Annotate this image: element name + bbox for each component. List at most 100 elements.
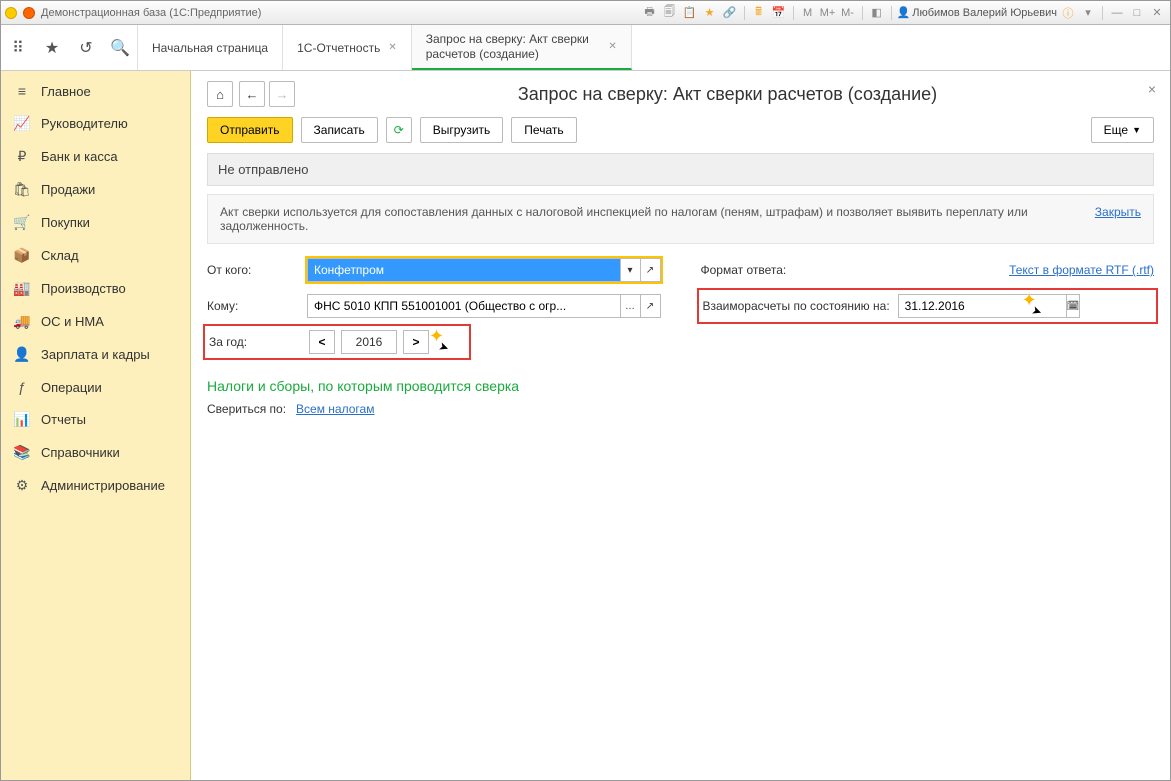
info-close-link[interactable]: Закрыть — [1095, 205, 1141, 219]
sidebar-item-label: Покупки — [41, 215, 90, 230]
bag-icon: 🛍 — [13, 181, 31, 198]
clipboard-icon[interactable]: 📋 — [681, 5, 699, 21]
home-button[interactable]: ⌂ — [207, 81, 233, 107]
sidebar-item-label: Склад — [41, 248, 79, 263]
m-minus[interactable]: M- — [839, 5, 857, 21]
star-icon[interactable]: ★ — [701, 5, 719, 21]
app-title: Демонстрационная база (1С:Предприятие) — [41, 7, 261, 19]
close-button[interactable]: ✕ — [1148, 5, 1166, 21]
dropdown-button[interactable]: ▾ — [621, 258, 641, 282]
content-area: ⌂ ← → Запрос на сверку: Акт сверки расче… — [191, 71, 1170, 780]
sidebar-item-admin[interactable]: ⚙Администрирование — [1, 469, 190, 502]
calendar-button[interactable]: 🗓 — [1067, 294, 1081, 318]
search-icon[interactable]: 🔍 — [111, 39, 129, 57]
sidebar-item-main[interactable]: ≡ Главное — [1, 75, 190, 107]
m-recall[interactable]: M — [799, 5, 817, 21]
sidebar-item-label: Главное — [41, 84, 91, 99]
sidebar-item-label: Зарплата и кадры — [41, 347, 150, 362]
format-link[interactable]: Текст в формате RTF (.rtf) — [1009, 263, 1154, 277]
cursor-highlight-icon — [1028, 296, 1048, 316]
app-icon-nav[interactable] — [23, 7, 35, 19]
sidebar-item-reports[interactable]: 📊 Отчеты — [1, 403, 190, 436]
page-close-button[interactable]: × — [1148, 81, 1156, 97]
year-label: За год: — [209, 335, 309, 349]
sidebar-item-assets[interactable]: 🚚 ОС и НМА — [1, 305, 190, 338]
sidebar-item-operations[interactable]: ƒОперации — [1, 371, 190, 403]
print-button[interactable]: Печать — [511, 117, 576, 143]
verify-link[interactable]: Всем налогам — [296, 402, 374, 416]
dropdown-icon[interactable]: ▾ — [1079, 5, 1097, 21]
section-title: Налоги и сборы, по которым проводится св… — [207, 378, 1154, 394]
books-icon: 📚 — [13, 444, 31, 461]
calendar-icon[interactable]: 📅 — [770, 5, 788, 21]
more-label: Еще — [1104, 123, 1128, 137]
favorite-icon[interactable]: ★ — [43, 39, 61, 57]
tab-close-icon[interactable]: ✕ — [388, 42, 396, 53]
cursor-highlight-icon — [435, 332, 455, 352]
tab-bar: Начальная страница 1С-Отчетность ✕ Запро… — [138, 25, 1170, 70]
refresh-button[interactable]: ⟳ — [386, 117, 412, 143]
year-next-button[interactable]: > — [403, 330, 429, 354]
m-plus[interactable]: M+ — [819, 5, 837, 21]
form-area: От кого: ▾ ↗ Кому: … ↗ — [191, 256, 1170, 364]
maximize-button[interactable]: □ — [1128, 5, 1146, 21]
from-label: От кого: — [207, 263, 307, 277]
back-button[interactable]: ← — [239, 81, 265, 107]
to-input[interactable] — [307, 294, 621, 318]
history-icon[interactable]: ↺ — [77, 39, 95, 57]
info-icon[interactable]: ⓘ — [1059, 5, 1077, 21]
sidebar-item-purchases[interactable]: 🛒Покупки — [1, 206, 190, 239]
sidebar-item-label: Банк и касса — [41, 149, 118, 164]
sidebar-item-directories[interactable]: 📚 Справочники — [1, 436, 190, 469]
sidebar-item-manager[interactable]: 📈Руководителю — [1, 107, 190, 140]
save-button[interactable]: Записать — [301, 117, 378, 143]
sidebar-item-production[interactable]: 🏭Производство — [1, 272, 190, 305]
app-window: Демонстрационная база (1С:Предприятие) 🖶… — [0, 0, 1171, 781]
sidebar-item-label: Продажи — [41, 182, 95, 197]
main-toolbar: ⠿ ★ ↺ 🔍 Начальная страница 1С-Отчетность… — [1, 25, 1170, 71]
asof-label: Взаиморасчеты по состоянию на: — [703, 299, 890, 313]
menu-icon: ≡ — [13, 83, 31, 99]
tab-reconciliation-request[interactable]: Запрос на сверку: Акт сверки расчетов (с… — [412, 25, 632, 70]
open-button[interactable]: ↗ — [641, 294, 661, 318]
tab-start-page[interactable]: Начальная страница — [138, 25, 283, 70]
gear-icon: ⚙ — [13, 477, 31, 494]
sidebar-item-label: Справочники — [41, 445, 120, 460]
bars-icon: 📊 — [13, 411, 31, 428]
to-input-group: … ↗ — [307, 294, 661, 318]
refresh-icon: ⟳ — [394, 123, 404, 137]
chart-icon: 📈 — [13, 115, 31, 132]
user-icon: 👤 — [897, 6, 911, 19]
format-label: Формат ответа: — [701, 263, 787, 277]
sidebar-item-payroll[interactable]: 👤Зарплата и кадры — [1, 338, 190, 371]
doc-icon[interactable]: 🗐 — [661, 5, 679, 21]
sidebar-item-warehouse[interactable]: 📦Склад — [1, 239, 190, 272]
from-input-group: ▾ ↗ — [307, 258, 661, 282]
sidebar: ≡ Главное 📈Руководителю ₽Банк и касса 🛍 Пр… — [1, 71, 191, 780]
sidebar-item-label: Отчеты — [41, 412, 86, 427]
forward-button[interactable]: → — [269, 81, 295, 107]
more-button[interactable]: Еще▼ — [1091, 117, 1154, 143]
tab-label: Запрос на сверку: Акт сверки расчетов (с… — [426, 32, 601, 61]
minimize-button[interactable]: — — [1108, 5, 1126, 21]
from-input[interactable] — [307, 258, 621, 282]
tab-1c-reporting[interactable]: 1С-Отчетность ✕ — [283, 25, 412, 70]
apps-icon[interactable]: ⠿ — [9, 39, 27, 57]
export-button[interactable]: Выгрузить — [420, 117, 504, 143]
link-icon[interactable]: 🔗 — [721, 5, 739, 21]
asof-input-group: 🗓 — [898, 294, 1028, 318]
user-name[interactable]: Любимов Валерий Юрьевич — [912, 7, 1057, 19]
sidebar-item-sales[interactable]: 🛍 Продажи — [1, 173, 190, 206]
sidebar-item-bank[interactable]: ₽Банк и касса — [1, 140, 190, 173]
printer-icon[interactable]: 🖶 — [641, 5, 659, 21]
truck-icon: 🚚 — [13, 313, 31, 330]
open-button[interactable]: ↗ — [641, 258, 661, 282]
send-button[interactable]: Отправить — [207, 117, 293, 143]
tab-close-icon[interactable]: ✕ — [608, 41, 616, 52]
sidebar-item-label: ОС и НМА — [41, 314, 104, 329]
window-icon[interactable]: ◧ — [868, 5, 886, 21]
ellipsis-button[interactable]: … — [621, 294, 641, 318]
calc-icon[interactable]: 🖩 — [750, 5, 768, 21]
year-value[interactable]: 2016 — [341, 330, 397, 354]
year-prev-button[interactable]: < — [309, 330, 335, 354]
